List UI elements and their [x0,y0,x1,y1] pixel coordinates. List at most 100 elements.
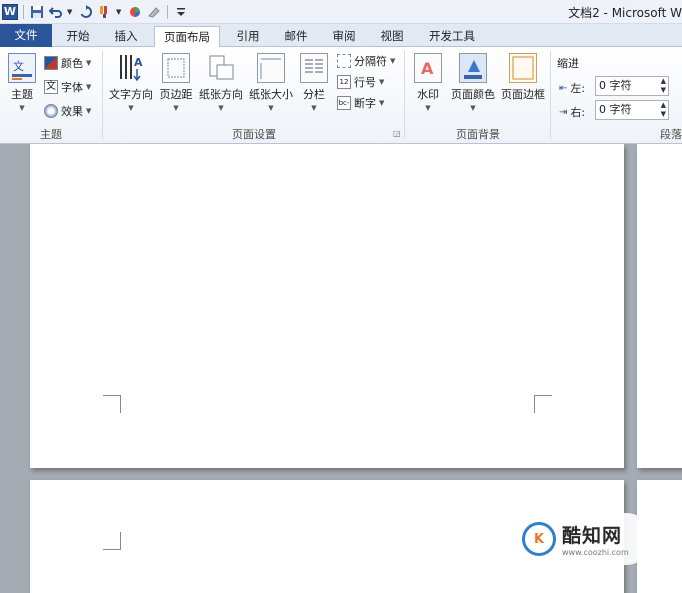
quick-access-toolbar: W ▼ ▼ [0,3,189,20]
indent-right-icon: ⇥ [559,106,568,118]
page-color-icon [459,53,487,83]
orientation-button[interactable]: 纸张方向 ▼ [197,53,245,112]
chevron-down-icon: ▼ [379,99,385,107]
document-page-side[interactable] [637,144,682,468]
page-borders-button[interactable]: 页面边框 [499,53,547,102]
spinner-arrows-icon[interactable]: ▲ ▼ [661,101,666,119]
watermark-icon: A [414,53,442,83]
size-label: 纸张大小 [249,88,293,101]
group-label-page-setup: 页面设置 [232,128,276,141]
chevron-down-icon: ▼ [390,57,396,65]
tab-developer[interactable]: 开发工具 [420,26,484,47]
chevron-down-icon: ▼ [86,59,92,67]
orientation-label: 纸张方向 [199,88,243,101]
chevron-down-icon: ▼ [86,83,92,91]
chevron-down-icon: ▼ [173,104,179,112]
group-label-paragraph: 段落 [660,128,682,141]
tab-insert[interactable]: 插入 [104,26,148,47]
page-borders-icon [509,53,537,83]
document-page-1[interactable] [30,144,624,468]
chevron-down-icon: ▼ [470,104,476,112]
tab-home[interactable]: 开始 [56,26,100,47]
undo-dropdown-icon[interactable]: ▼ [67,8,75,16]
indent-left-input[interactable]: 0 字符 ▲ ▼ [595,76,669,96]
group-label-page-background: 页面背景 [456,128,500,141]
theme-fonts-button[interactable]: 文 字体 ▼ [44,79,91,95]
theme-colors-button[interactable]: 颜色 ▼ [44,55,91,71]
chevron-down-icon: ▼ [425,104,431,112]
svg-text:A: A [421,59,434,78]
indent-right-text: 右: [570,106,586,119]
page-color-button[interactable]: 页面颜色 ▼ [448,53,498,112]
watermark-button[interactable]: A 水印 ▼ [411,53,445,112]
word-app-icon[interactable]: W [2,3,18,20]
watermark-label: 水印 [417,88,439,101]
hyphenation-label: 断字 [354,97,376,110]
watermark-text: 酷知网 www.coozhi.com [562,521,629,557]
customize-qat-icon[interactable] [173,4,189,20]
hyphenation-button[interactable]: bc- 断字 ▼ [337,95,384,111]
save-icon[interactable] [29,4,45,20]
margins-button[interactable]: 页边距 ▼ [157,53,195,112]
margins-label: 页边距 [159,88,193,101]
watermark-url: www.coozhi.com [562,548,629,557]
indent-left-text: 左: [570,82,586,95]
eraser-icon[interactable] [146,4,162,20]
colors-icon [44,56,58,70]
redo-icon[interactable] [78,4,94,20]
tab-mailings[interactable]: 邮件 [274,26,318,47]
page-borders-label: 页面边框 [501,88,545,101]
divider [167,4,168,19]
window-title: 文档2 - Microsoft W [568,6,682,20]
indent-right-label: ⇥ 右: [559,104,585,120]
tab-page-layout[interactable]: 页面布局 [154,26,220,48]
ribbon-page-layout: 文 主题 ▼ 颜色 ▼ 文 字体 ▼ 效果 ▼ 主题 A 文字方向 ▼ 页边距 ▼ 纸… [0,47,682,144]
tab-view[interactable]: 视图 [370,26,414,47]
columns-button[interactable]: 分栏 ▼ [298,53,330,112]
indent-right-input[interactable]: 0 字符 ▲ ▼ [595,100,669,120]
line-numbers-button[interactable]: 12 行号 ▼ [337,74,384,90]
color-wheel-icon[interactable] [127,4,143,20]
margin-corner-mark [103,532,121,550]
chevron-down-icon: ▼ [19,104,25,112]
indent-right-value: 0 字符 [599,103,632,116]
undo-icon[interactable] [48,4,64,20]
size-button[interactable]: 纸张大小 ▼ [247,53,295,112]
orientation-icon [207,53,235,83]
effects-icon [44,104,58,118]
margin-corner-mark [534,395,552,413]
format-painter-icon[interactable] [97,4,113,20]
title-bar: W ▼ ▼ 文档2 - Microsoft W [0,0,682,24]
group-label-theme: 主题 [40,128,62,141]
svg-text:A: A [134,56,143,69]
chevron-down-icon: ▼ [218,104,224,112]
chevron-down-icon: ▼ [268,104,274,112]
colors-label: 颜色 [61,57,83,70]
theme-label: 主题 [11,88,33,101]
breaks-label: 分隔符 [354,55,387,68]
group-divider [550,51,551,139]
columns-icon [300,53,328,83]
tab-file[interactable]: 文件 [0,24,52,47]
indent-heading: 缩进 [557,57,579,70]
tab-review[interactable]: 审阅 [322,26,366,47]
svg-text:文: 文 [13,59,24,73]
theme-effects-button[interactable]: 效果 ▼ [44,103,91,119]
effects-label: 效果 [61,105,83,118]
page-setup-dialog-launcher-icon[interactable]: ◲ [393,129,401,138]
indent-left-icon: ⇤ [559,82,568,94]
format-painter-dropdown-icon[interactable]: ▼ [116,8,124,16]
text-direction-button[interactable]: A 文字方向 ▼ [106,53,156,112]
theme-button[interactable]: 文 主题 ▼ [6,53,38,112]
breaks-button[interactable]: 分隔符 ▼ [337,53,395,69]
breaks-icon [337,54,351,68]
coozhi-logo-icon: K [522,522,556,556]
tab-references[interactable]: 引用 [226,26,270,47]
group-divider [404,51,405,139]
spinner-arrows-icon[interactable]: ▲ ▼ [661,77,666,95]
chevron-down-icon: ▼ [379,78,385,86]
chevron-down-icon: ▼ [86,107,92,115]
fonts-icon: 文 [44,80,58,94]
theme-icon: 文 [8,53,36,83]
line-numbers-icon: 12 [337,75,351,89]
